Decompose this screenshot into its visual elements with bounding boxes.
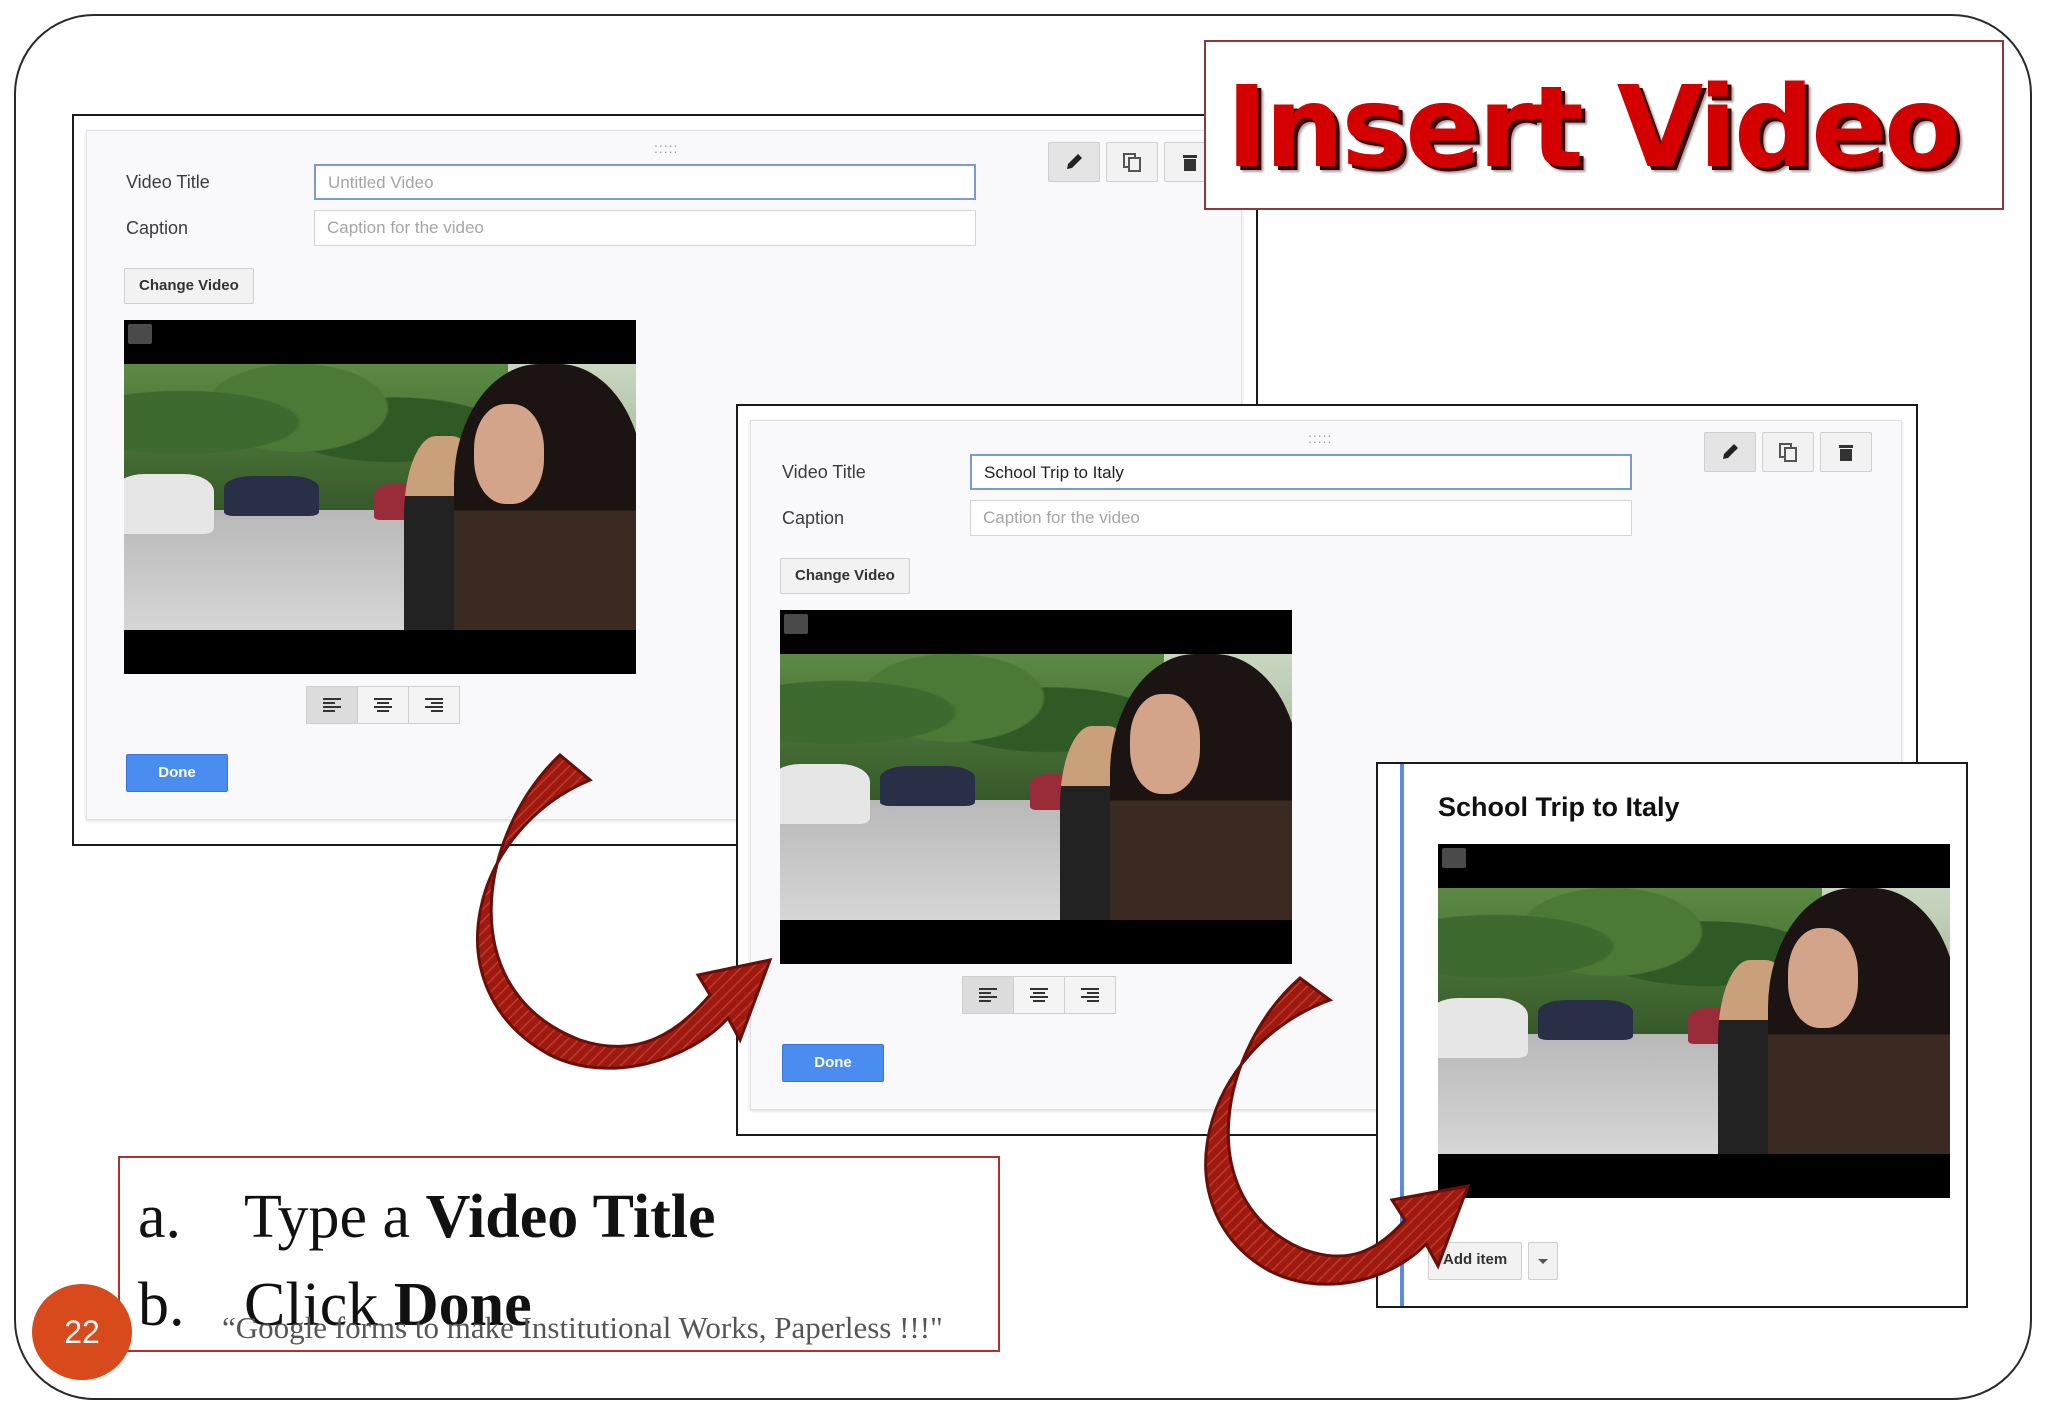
- change-video-button[interactable]: Change Video: [124, 268, 254, 304]
- drag-handle[interactable]: :::::: [1308, 430, 1332, 446]
- duplicate-button[interactable]: [1762, 432, 1814, 472]
- align-right-button[interactable]: [1065, 977, 1115, 1013]
- pencil-icon: [1723, 444, 1738, 459]
- video-thumbnail[interactable]: [124, 320, 636, 674]
- edit-button[interactable]: [1704, 432, 1756, 472]
- caption-label: Caption: [126, 218, 189, 238]
- page-number-badge: 22: [32, 1284, 132, 1380]
- align-left-button[interactable]: [963, 977, 1014, 1013]
- slide-footer: “Google forms to make Institutional Work…: [222, 1310, 943, 1345]
- align-center-button[interactable]: [1014, 977, 1065, 1013]
- trash-icon: [1839, 445, 1853, 461]
- video-title-input[interactable]: School Trip to Italy: [970, 454, 1632, 490]
- align-left-icon: [979, 988, 997, 1002]
- curved-arrow-2: [1204, 976, 1471, 1286]
- duplicate-icon: [1123, 153, 1141, 172]
- align-left-icon: [323, 698, 341, 712]
- alignment-toolbar: [962, 976, 1116, 1014]
- video-frame: [1438, 888, 1950, 1154]
- video-camera-icon: [784, 614, 808, 634]
- video-camera-icon: [1442, 848, 1466, 868]
- caption-label: Caption: [782, 508, 845, 528]
- dropdown-caret-icon: [1538, 1259, 1548, 1264]
- video-camera-icon: [128, 324, 152, 344]
- video-title-label: Video Title: [126, 172, 210, 192]
- align-right-icon: [425, 698, 443, 712]
- video-thumbnail[interactable]: [1438, 844, 1950, 1198]
- delete-button[interactable]: [1820, 432, 1872, 472]
- trash-icon: [1183, 155, 1197, 171]
- curved-arrow-1: [476, 752, 773, 1070]
- video-title-input[interactable]: Untitled Video: [314, 164, 976, 200]
- align-center-icon: [1030, 988, 1048, 1002]
- align-right-icon: [1081, 988, 1099, 1002]
- align-left-button[interactable]: [307, 687, 358, 723]
- add-item-dropdown[interactable]: [1528, 1242, 1558, 1280]
- slide-title-box: Insert Video: [1204, 40, 2004, 210]
- instruction-step-a: a. Type a Video Title: [138, 1183, 716, 1251]
- change-video-button[interactable]: Change Video: [780, 558, 910, 594]
- done-button[interactable]: Done: [126, 754, 228, 792]
- slide-title: Insert Video: [1226, 63, 1961, 193]
- pencil-icon: [1067, 154, 1082, 169]
- video-frame: [124, 364, 636, 630]
- align-center-button[interactable]: [358, 687, 409, 723]
- preview-title: School Trip to Italy: [1438, 792, 1680, 822]
- drag-handle[interactable]: :::::: [654, 140, 678, 156]
- done-button[interactable]: Done: [782, 1044, 884, 1082]
- align-center-icon: [374, 698, 392, 712]
- caption-input[interactable]: Caption for the video: [314, 210, 976, 246]
- duplicate-button[interactable]: [1106, 142, 1158, 182]
- video-title-label: Video Title: [782, 462, 866, 482]
- edit-button[interactable]: [1048, 142, 1100, 182]
- caption-input[interactable]: Caption for the video: [970, 500, 1632, 536]
- alignment-toolbar: [306, 686, 460, 724]
- align-right-button[interactable]: [409, 687, 459, 723]
- video-frame: [780, 654, 1292, 920]
- video-thumbnail[interactable]: [780, 610, 1292, 964]
- duplicate-icon: [1779, 443, 1797, 462]
